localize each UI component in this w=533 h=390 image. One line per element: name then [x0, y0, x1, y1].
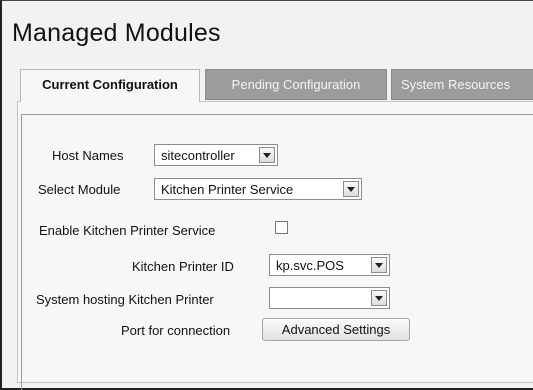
page-title: Managed Modules [12, 19, 221, 47]
printer-id-select[interactable]: kp.svc.POS [269, 254, 390, 276]
chevron-down-icon[interactable] [343, 181, 359, 197]
enable-service-label: Enable Kitchen Printer Service [39, 223, 216, 238]
hosting-system-select[interactable] [269, 287, 390, 309]
host-names-value: sitecontroller [161, 148, 235, 163]
tab-current-configuration[interactable]: Current Configuration [20, 69, 200, 102]
port-label: Port for connection [121, 323, 231, 338]
tab-pending-configuration[interactable]: Pending Configuration [205, 69, 387, 100]
host-names-select[interactable]: sitecontroller [154, 144, 278, 166]
window-frame: Managed Modules Current Configuration Pe… [0, 0, 533, 390]
select-module-label: Select Module [38, 182, 121, 197]
chevron-down-icon[interactable] [371, 290, 387, 306]
select-module-select[interactable]: Kitchen Printer Service [154, 178, 362, 200]
advanced-settings-button[interactable]: Advanced Settings [262, 318, 410, 341]
chevron-down-icon[interactable] [259, 147, 275, 163]
printer-id-label: Kitchen Printer ID [132, 259, 234, 274]
tab-system-resources[interactable]: System Resources [391, 69, 533, 100]
select-module-value: Kitchen Printer Service [161, 182, 294, 197]
host-names-label: Host Names [52, 148, 124, 163]
enable-service-checkbox[interactable] [275, 221, 288, 234]
printer-id-value: kp.svc.POS [276, 258, 344, 273]
hosting-system-label: System hosting Kitchen Printer [36, 292, 214, 307]
chevron-down-icon[interactable] [371, 257, 387, 273]
